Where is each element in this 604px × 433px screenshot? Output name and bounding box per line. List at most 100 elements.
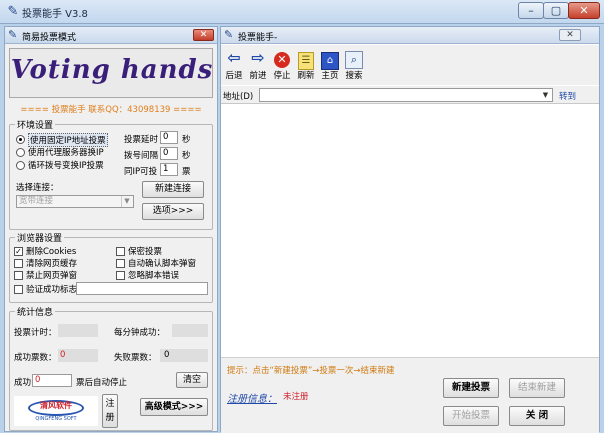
refresh-button[interactable]: ☰ 刷新 <box>295 47 317 83</box>
checkbox-verify-flag[interactable] <box>14 285 23 294</box>
app-icon: ✎ <box>8 28 18 41</box>
browser-panel-header: ✎ 投票能手- ✕ <box>221 27 599 44</box>
new-vote-button[interactable]: 新建投票 <box>443 378 499 398</box>
same-ip-unit: 票 <box>182 167 191 177</box>
dial-interval-input[interactable]: 0 <box>160 147 178 160</box>
checkbox-block-popups[interactable] <box>14 271 23 280</box>
delay-label: 投票延时 <box>124 135 159 145</box>
stop-button[interactable]: ✕ 停止 <box>271 47 293 83</box>
statistics-group: 统计信息 投票计时： 每分钟成功： 成功票数： 0 失败票数： 0 成功 0 票… <box>9 305 213 431</box>
clear-button[interactable]: 清空 <box>176 372 208 388</box>
left-panel-title: 简易投票模式 <box>22 33 77 43</box>
refresh-label: 刷新 <box>297 71 315 81</box>
window-title: 投票能手 V3.8 <box>22 9 88 20</box>
radio-fixed-ip[interactable] <box>16 135 25 144</box>
start-vote-button[interactable]: 开始投票 <box>443 406 499 426</box>
browser-panel-title: 投票能手- <box>238 33 278 43</box>
vote-timer-value <box>58 324 98 337</box>
refresh-icon: ☰ <box>296 48 316 70</box>
connection-select[interactable]: 宽带连接 ▼ <box>16 195 134 208</box>
dial-interval-unit: 秒 <box>182 151 191 161</box>
auto-stop-prefix: 成功 <box>14 378 32 388</box>
checkbox-ignore-errors-label: 忽略脚本错误 <box>128 271 180 281</box>
back-label: 后退 <box>225 71 243 81</box>
browser-settings-group: 浏览器设置 ✓ 删除Cookies 保密投票 清除网页缓存 自动确认脚本弹窗 禁… <box>9 231 213 303</box>
same-ip-input[interactable]: 1 <box>160 163 178 176</box>
window-title-bar: ✎ 投票能手 V3.8 – ▢ ✕ <box>0 0 604 24</box>
connection-label: 选择连接： <box>16 183 59 193</box>
forward-arrow-icon: ⇨ <box>251 48 265 67</box>
success-count-label: 成功票数： <box>14 353 57 363</box>
app-icon: ✎ <box>7 4 19 19</box>
maximize-button[interactable]: ▢ <box>543 2 569 19</box>
home-button[interactable]: ⌂ 主页 <box>319 47 341 83</box>
new-connection-button[interactable]: 新建连接 <box>142 181 204 198</box>
radio-fixed-ip-label[interactable]: 使用固定IP地址投票 <box>28 133 108 147</box>
checkbox-auto-confirm-label: 自动确认脚本弹窗 <box>128 259 197 269</box>
close-window-button[interactable]: ✕ <box>568 2 600 19</box>
close-button[interactable]: 关 闭 <box>509 406 565 426</box>
forward-button[interactable]: ⇨ 前进 <box>247 47 269 83</box>
address-bar: 地址(D) ▼ 转到 <box>221 86 599 104</box>
stop-icon: ✕ <box>272 48 292 68</box>
fail-count-value: 0 <box>160 349 208 362</box>
home-icon: ⌂ <box>320 48 340 70</box>
browser-viewport[interactable] <box>221 105 599 357</box>
checkbox-auto-confirm[interactable] <box>116 259 125 268</box>
home-label: 主页 <box>321 71 339 81</box>
radio-proxy-label[interactable]: 使用代理服务器换IP <box>28 146 104 158</box>
checkbox-ignore-errors[interactable] <box>116 271 125 280</box>
checkbox-secret-vote[interactable] <box>116 247 125 256</box>
back-button[interactable]: ⇦ 后退 <box>223 47 245 83</box>
close-icon[interactable]: ✕ <box>559 29 581 41</box>
env-settings-title: 环境设置 <box>15 118 56 131</box>
verify-flag-input[interactable] <box>76 282 208 295</box>
advanced-mode-button[interactable]: 高级模式>>> <box>140 398 208 416</box>
logo-text: Voting hands <box>10 55 214 85</box>
delay-unit: 秒 <box>182 135 191 145</box>
checkbox-clear-cache-label: 清除网页缓存 <box>26 259 78 269</box>
checkbox-block-popups-label: 禁止网页弹窗 <box>26 271 78 281</box>
registration-info-label[interactable]: 注册信息： <box>227 390 277 405</box>
hint-text: 提示：点击“新建投票”→投票一次→结束新建 <box>227 366 395 376</box>
chevron-down-icon[interactable]: ▼ <box>121 196 132 207</box>
logo-banner: Voting hands <box>9 48 213 98</box>
radio-dialup[interactable] <box>16 161 25 170</box>
dial-interval-label: 拨号间隔 <box>124 151 159 161</box>
minimize-button[interactable]: – <box>518 2 544 19</box>
per-minute-value <box>172 324 208 337</box>
goto-link[interactable]: 转到 <box>559 90 576 102</box>
address-input[interactable]: ▼ <box>259 88 553 102</box>
register-button[interactable]: 注册 <box>102 394 118 428</box>
simple-mode-panel: ✎ 简易投票模式 ✕ Voting hands ==== 投票能手 联系QQ：4… <box>4 26 218 432</box>
delay-input[interactable]: 0 <box>160 131 178 144</box>
search-button[interactable]: ⌕ 搜索 <box>343 47 365 83</box>
per-minute-label: 每分钟成功： <box>114 328 166 338</box>
radio-proxy[interactable] <box>16 148 25 157</box>
browser-panel: ✎ 投票能手- ✕ ⇦ 后退 ⇨ 前进 ✕ 停止 ☰ 刷新 ⌂ 主页 ⌕ 搜索 … <box>220 26 600 433</box>
forward-label: 前进 <box>249 71 267 81</box>
brand-logo-text: 清风软件 <box>40 401 72 410</box>
search-icon: ⌕ <box>344 48 364 69</box>
vote-control-area: 提示：点击“新建投票”→投票一次→结束新建 注册信息： 未注册 新建投票 结束新… <box>221 357 599 433</box>
stop-label: 停止 <box>273 71 291 81</box>
options-button[interactable]: 选项>>> <box>142 203 204 220</box>
close-icon[interactable]: ✕ <box>193 29 214 41</box>
browser-toolbar: ⇦ 后退 ⇨ 前进 ✕ 停止 ☰ 刷新 ⌂ 主页 ⌕ 搜索 <box>221 45 599 85</box>
back-arrow-icon: ⇦ <box>227 48 241 67</box>
contact-line: ==== 投票能手 联系QQ：43098139 ==== <box>20 105 202 115</box>
auto-stop-input[interactable]: 0 <box>32 374 72 387</box>
chevron-down-icon[interactable]: ▼ <box>540 89 551 101</box>
auto-stop-suffix: 票后自动停止 <box>76 378 128 388</box>
checkbox-clear-cache[interactable] <box>14 259 23 268</box>
end-new-button[interactable]: 结束新建 <box>509 378 565 398</box>
checkbox-delete-cookies[interactable]: ✓ <box>14 247 23 256</box>
radio-dialup-label[interactable]: 循环拨号变换IP投票 <box>28 159 104 171</box>
browser-settings-title: 浏览器设置 <box>15 231 65 244</box>
address-label: 地址(D) <box>223 92 254 102</box>
brand-logo-subtext: QINGFENG SOFT <box>35 416 77 422</box>
search-label: 搜索 <box>345 71 363 81</box>
left-panel-header: ✎ 简易投票模式 ✕ <box>5 27 217 44</box>
env-settings-group: 环境设置 使用固定IP地址投票 使用代理服务器换IP 循环拨号变换IP投票 投票… <box>9 118 213 230</box>
fail-count-label: 失败票数： <box>114 353 157 363</box>
